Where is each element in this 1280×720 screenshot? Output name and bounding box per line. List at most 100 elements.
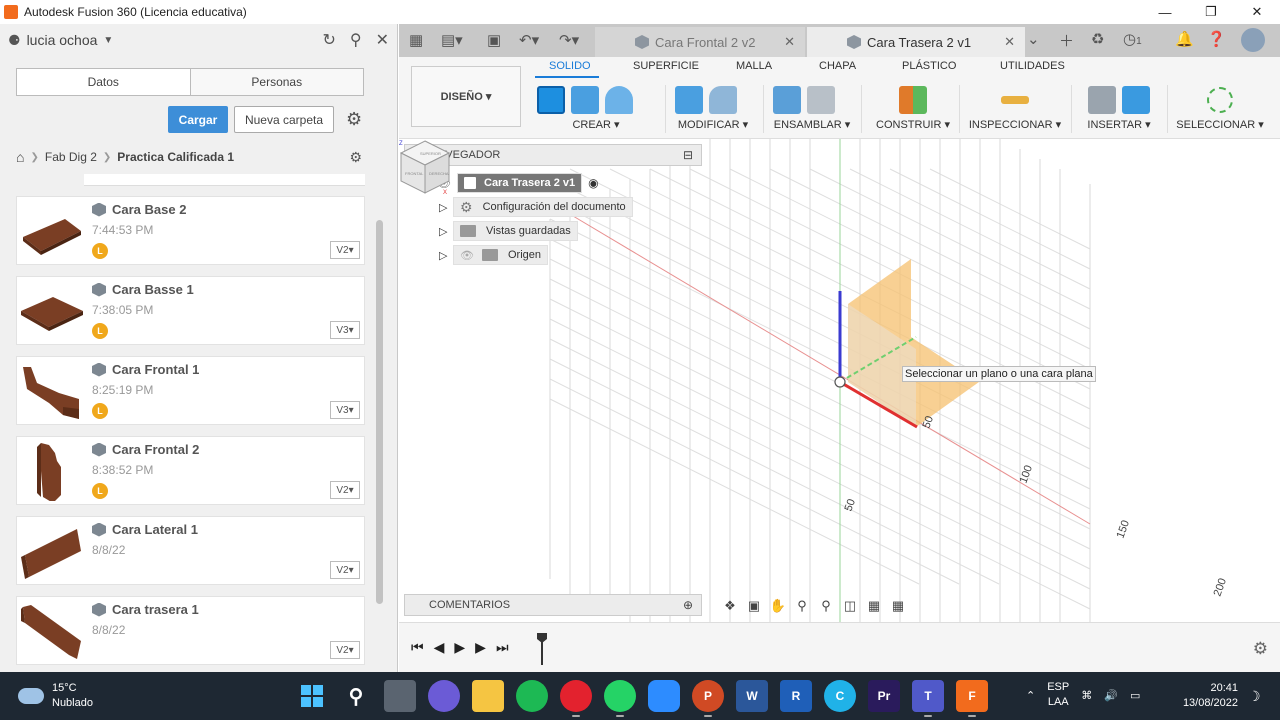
word-icon[interactable]: W [736,680,768,712]
offset-plane-icon[interactable] [899,86,927,114]
pan-icon[interactable]: ✋ [769,597,787,615]
battery-icon[interactable]: ▭ [1130,689,1140,702]
look-at-icon[interactable]: ▣ [745,597,763,615]
home-icon[interactable]: ⌂ [16,149,24,165]
job-status-icon[interactable]: ◷1 [1123,30,1142,48]
task-view-icon[interactable] [384,680,416,712]
tab-cara-frontal-2[interactable]: Cara Frontal 2 v2 ✕ [595,27,805,57]
spotify-icon[interactable] [516,680,548,712]
teams-chat-icon[interactable] [428,680,460,712]
version-dropdown[interactable]: V2▾ [330,241,360,259]
extrude-icon[interactable] [571,86,599,114]
group-label-insertar[interactable]: INSERTAR ▾ [1079,118,1159,131]
create-sketch-icon[interactable] [537,86,565,114]
group-label-modificar[interactable]: MODIFICAR ▾ [675,118,751,131]
fit-icon[interactable]: ⚲ [817,597,835,615]
hidden-eye-icon[interactable]: 👁 [460,249,474,262]
file-menu-icon[interactable]: ▤▾ [441,31,463,49]
version-dropdown[interactable]: V3▾ [330,401,360,419]
canva-icon[interactable]: C [824,680,856,712]
chevron-up-icon[interactable]: ⌃ [1026,689,1035,702]
premiere-icon[interactable]: Pr [868,680,900,712]
data-panel-scrollbar[interactable] [376,220,383,604]
tab-malla[interactable]: MALLA [736,60,772,72]
tab-utilidades[interactable]: UTILIDADES [1000,60,1065,72]
new-tab-icon[interactable]: ＋ [1059,30,1074,51]
play-icon[interactable]: ▶ [454,639,465,656]
globe-settings-icon[interactable]: ⚙ [349,149,362,166]
redo-icon[interactable]: ↷▾ [559,31,579,49]
close-tab-icon[interactable]: ✕ [1004,34,1015,50]
search-icon[interactable]: ⚲ [350,30,362,50]
list-item[interactable]: Cara Frontal 2 8:38:52 PM L V2▾ [16,436,365,505]
help-icon[interactable]: ❓ [1207,30,1226,48]
group-label-ensamblar[interactable]: ENSAMBLAR ▾ [773,118,851,131]
group-label-construir[interactable]: CONSTRUIR ▾ [871,118,955,131]
go-to-end-icon[interactable]: ⏭ [496,639,509,656]
timeline-marker[interactable] [537,633,547,665]
opera-icon[interactable] [560,680,592,717]
comments-panel-header[interactable]: COMENTARIOS ⊕ [404,594,702,616]
extensions-icon[interactable]: ♻ [1091,30,1104,48]
fillet-icon[interactable] [709,86,737,114]
press-pull-icon[interactable] [675,86,703,114]
minimize-button[interactable]: — [1142,0,1188,24]
tree-node[interactable]: ▷ 👁 Origen [439,245,548,265]
close-icon[interactable]: ✕ [376,30,389,50]
tab-cara-trasera-2[interactable]: Cara Trasera 2 v1 ✕ [807,27,1025,57]
refresh-icon[interactable]: ↻ [322,30,335,50]
revolve-icon[interactable] [605,86,633,114]
tab-solido[interactable]: SOLIDO [549,60,591,72]
upload-button[interactable]: Cargar [168,106,228,133]
orbit-icon[interactable]: ❖ [721,597,739,615]
insert-derive-icon[interactable] [1088,86,1116,114]
tab-overflow-icon[interactable]: ⌄ [1027,30,1040,48]
focus-assist-icon[interactable]: ☽ [1248,688,1261,705]
avatar[interactable] [1241,28,1265,52]
close-tab-icon[interactable]: ✕ [784,34,795,50]
viewport-canvas[interactable]: 50 100 150 200 50 ◀◀ NAVEGADOR ⊟ ◢ 👁 Car… [399,139,1280,622]
fusion-360-icon[interactable]: F [956,680,988,717]
list-item[interactable]: Cara Basse 1 7:38:05 PM L V3▾ [16,276,365,345]
tab-chapa[interactable]: CHAPA [819,60,856,72]
list-item[interactable]: Cara Frontal 1 8:25:19 PM L V3▾ [16,356,365,425]
tab-personas[interactable]: Personas [191,69,364,95]
wifi-icon[interactable]: ⌘ [1081,689,1092,702]
gear-icon[interactable]: ⚙ [346,109,362,130]
timeline-settings-icon[interactable]: ⚙ [1253,639,1268,659]
collapsed-triangle-icon[interactable]: ▷ [439,225,453,238]
version-dropdown[interactable]: V3▾ [330,321,360,339]
collapsed-triangle-icon[interactable]: ▷ [439,201,453,214]
tree-node[interactable]: ▷ ⚙ Configuración del documento [439,197,633,217]
measure-icon[interactable] [1001,96,1029,104]
tab-datos[interactable]: Datos [17,69,191,95]
add-comment-icon[interactable]: ⊕ [683,598,693,612]
tree-node[interactable]: ▷ Vistas guardadas [439,221,578,241]
breadcrumb-project[interactable]: Fab Dig 2 [45,150,97,164]
start-icon[interactable] [296,680,328,712]
undo-icon[interactable]: ↶▾ [519,31,539,49]
activate-radio-icon[interactable]: ◉ [588,176,598,190]
weather-widget[interactable]: 15°C Nublado [18,681,93,711]
collapsed-triangle-icon[interactable]: ▷ [439,249,453,262]
apps-grid-icon[interactable]: ▦ [409,31,423,49]
notifications-icon[interactable]: 🔔 [1175,30,1194,48]
close-window-button[interactable]: ✕ [1234,0,1280,24]
zoom-icon[interactable] [648,680,680,712]
joint-icon[interactable] [807,86,835,114]
search-icon[interactable]: ⚲ [340,680,372,712]
version-dropdown[interactable]: V2▾ [330,641,360,659]
display-settings-icon[interactable]: ◫ [841,597,859,615]
select-icon[interactable] [1207,87,1233,113]
grid-settings-icon[interactable]: ▦ [865,597,883,615]
step-forward-icon[interactable]: ▶ [475,639,486,656]
whatsapp-icon[interactable] [604,680,636,717]
chevron-down-icon[interactable]: ▼ [103,35,113,46]
user-name[interactable]: lucia ochoa [27,32,98,48]
viewcube[interactable]: SUPERIOR FRONTAL DERECHA Z X [399,139,451,195]
clock[interactable]: 20:41 13/08/2022 [1176,681,1238,711]
workspace-switcher[interactable]: DISEÑO ▾ [411,66,521,127]
new-folder-button[interactable]: Nueva carpeta [234,106,334,133]
go-to-start-icon[interactable]: ⏮ [411,639,424,656]
new-component-icon[interactable] [773,86,801,114]
